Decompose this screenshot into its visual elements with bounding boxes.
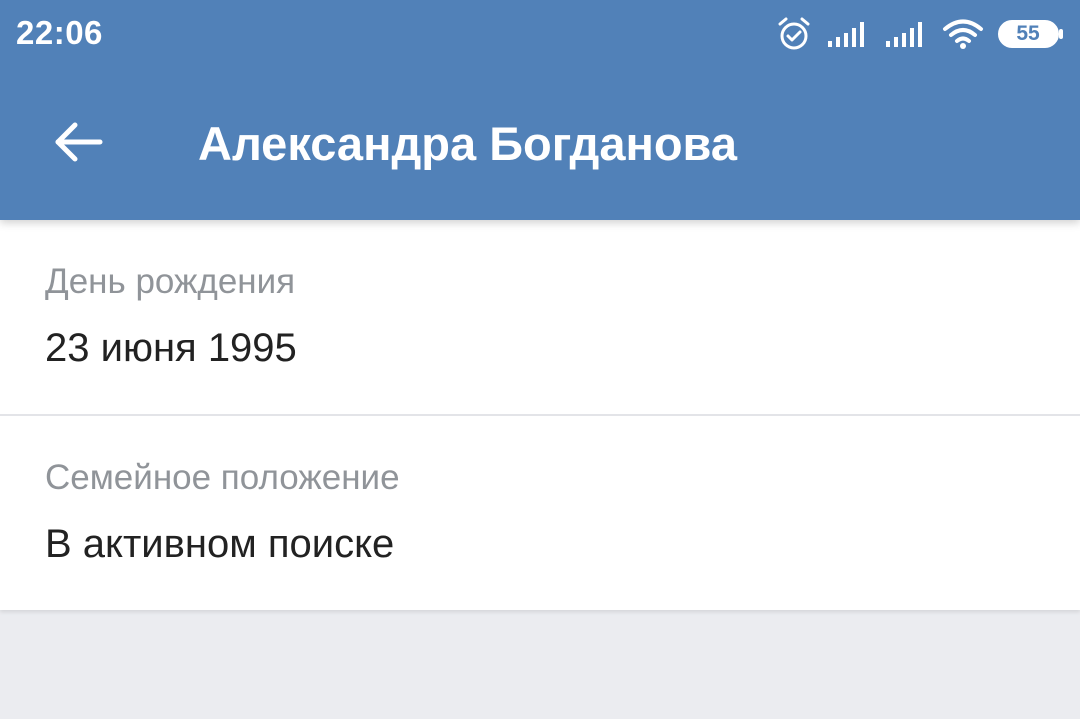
alarm-icon: [776, 16, 812, 52]
status-time: 22:06: [16, 14, 103, 51]
wifi-icon: [942, 18, 984, 50]
birthday-label: День рождения: [45, 262, 296, 301]
signal-icon: [884, 19, 928, 49]
battery-icon: 55: [998, 20, 1064, 48]
toolbar: Александра Богданова: [0, 68, 1080, 220]
relationship-value: В активном поиске: [45, 522, 395, 566]
battery-level: 55: [1016, 22, 1040, 45]
info-card: День рождения 23 июня 1995 Семейное поло…: [0, 220, 1080, 610]
relationship-label: Семейное положение: [45, 458, 400, 497]
status-icons: 55: [776, 14, 1064, 54]
arrow-left-icon: [52, 121, 104, 168]
signal-icon: [826, 19, 870, 49]
app-header: 22:06 55 Александра Богданова: [0, 0, 1080, 220]
status-bar: 22:06 55: [0, 0, 1080, 68]
page-title: Александра Богданова: [198, 117, 737, 170]
back-button[interactable]: [40, 106, 116, 182]
info-row-relationship: Семейное положение В активном поиске: [0, 416, 1080, 612]
birthday-value: 23 июня 1995: [45, 326, 297, 370]
info-row-birthday: День рождения 23 июня 1995: [0, 220, 1080, 416]
